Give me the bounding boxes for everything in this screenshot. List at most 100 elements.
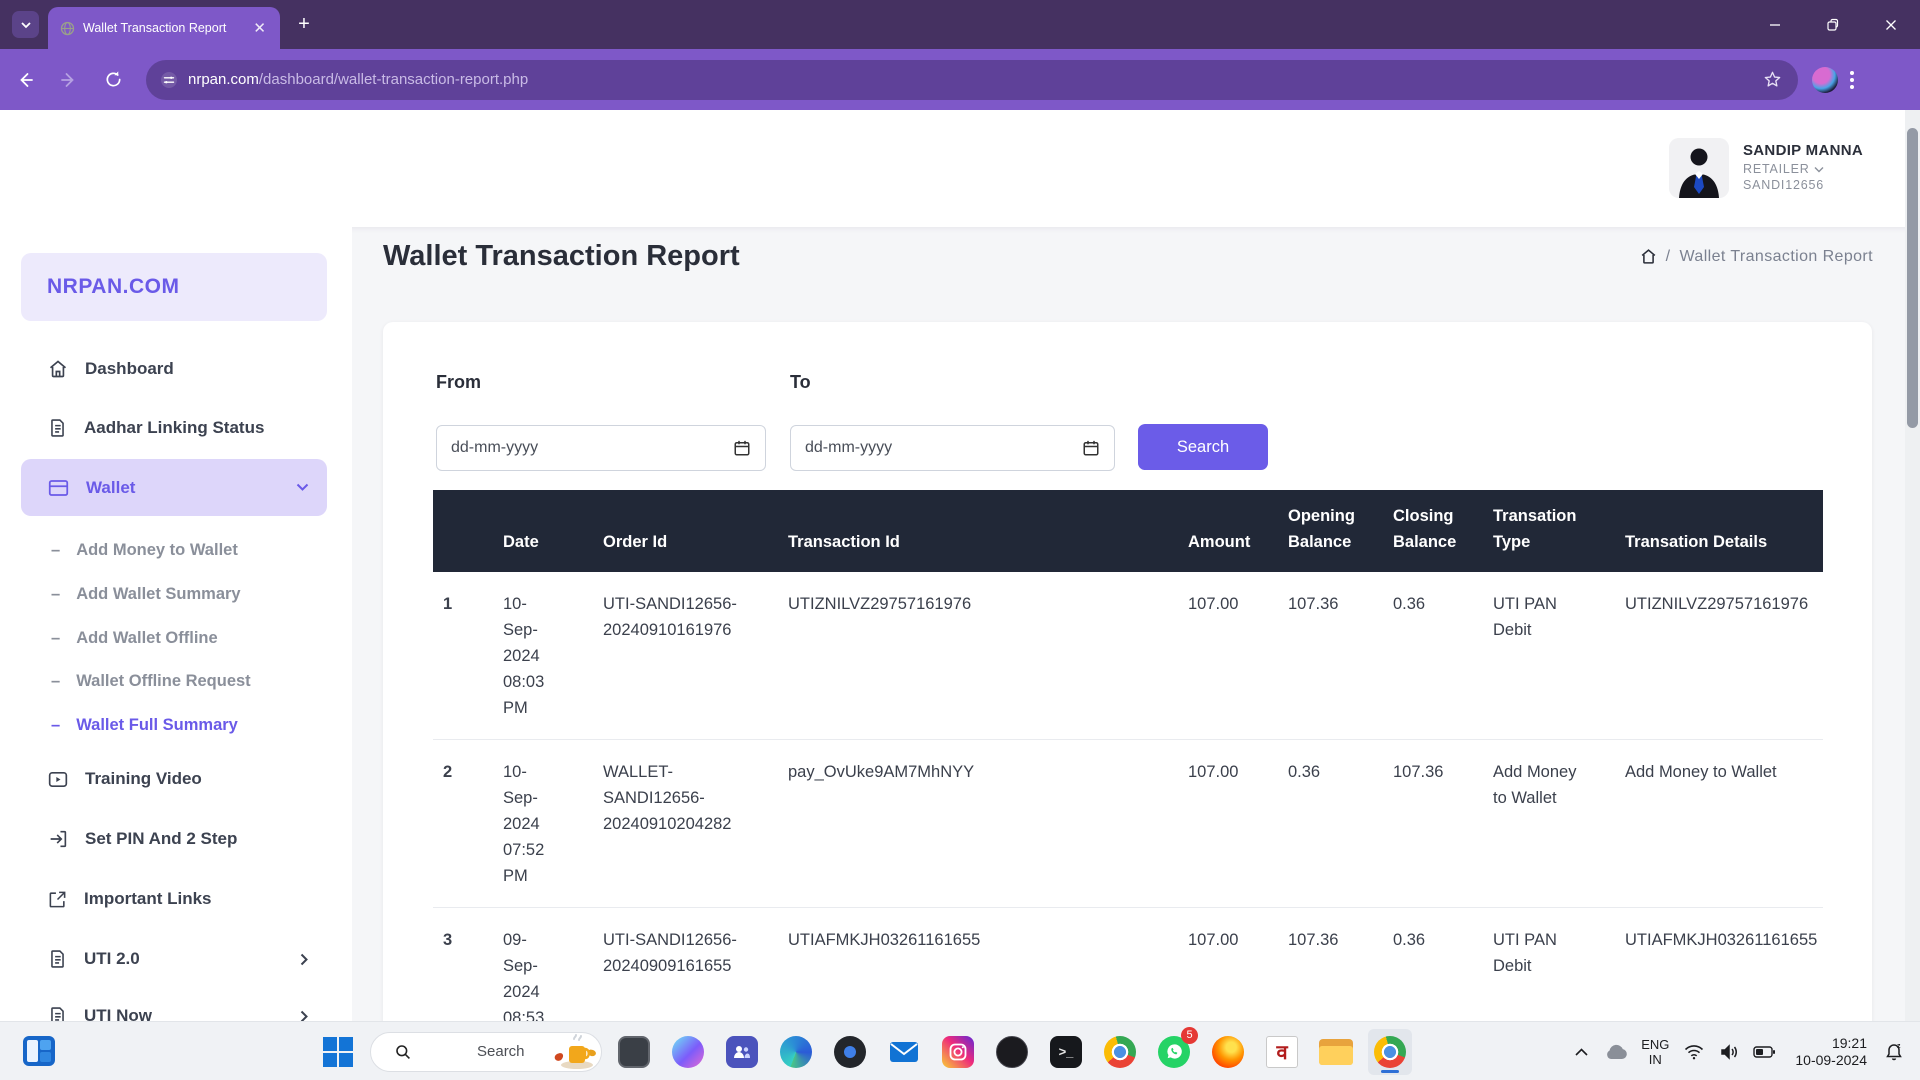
chrome-active-icon[interactable] xyxy=(1368,1029,1412,1075)
browser-profile-avatar[interactable] xyxy=(1812,67,1838,93)
back-button[interactable] xyxy=(6,61,44,99)
user-profile[interactable]: SANDIP MANNA RETAILER SANDI12656 xyxy=(1669,138,1863,198)
firefox-icon[interactable] xyxy=(1206,1029,1250,1075)
threads-icon[interactable] xyxy=(990,1029,1034,1075)
user-id: SANDI12656 xyxy=(1743,178,1863,192)
table-row: 3 09-Sep-2024 08:53 PM UTI-SANDI12656-20… xyxy=(433,908,1823,1021)
sidebar-item-dashboard[interactable]: Dashboard xyxy=(21,347,327,391)
teams-icon[interactable] xyxy=(720,1029,764,1075)
terminal-icon[interactable]: >_ xyxy=(1044,1029,1088,1075)
sidebar-item-wallet[interactable]: Wallet xyxy=(21,459,327,516)
notification-bell-icon[interactable]: z xyxy=(1880,1032,1908,1072)
calendar-icon[interactable] xyxy=(733,439,751,457)
instagram-icon[interactable] xyxy=(936,1029,980,1075)
to-date-input[interactable]: dd-mm-yyyy xyxy=(790,425,1115,471)
taskbar-search[interactable]: Search xyxy=(370,1032,602,1072)
user-name: SANDIP MANNA xyxy=(1743,142,1863,159)
wifi-icon[interactable] xyxy=(1680,1032,1708,1072)
taskbar: Search >_ 5 xyxy=(0,1021,1920,1080)
sidebar-subitem-wallet-full-summary[interactable]: –Wallet Full Summary xyxy=(21,705,327,745)
taskbar-clock[interactable]: 19:21 10-09-2024 xyxy=(1785,1035,1873,1069)
edge-icon[interactable] xyxy=(774,1029,818,1075)
sidebar-subitem-add-money-to-wallet[interactable]: –Add Money to Wallet xyxy=(21,530,327,570)
document-icon xyxy=(48,1006,67,1021)
chevron-right-icon xyxy=(300,1010,309,1022)
login-arrow-icon xyxy=(48,830,68,848)
search-icon xyxy=(395,1044,467,1060)
sidebar-subitem-add-wallet-offline[interactable]: –Add Wallet Offline xyxy=(21,618,327,658)
search-button[interactable]: Search xyxy=(1138,424,1268,470)
home-icon xyxy=(48,359,68,379)
browser-tab[interactable]: Wallet Transaction Report ✕ xyxy=(48,7,280,49)
file-explorer-icon[interactable] xyxy=(1314,1029,1358,1075)
page-title: Wallet Transaction Report xyxy=(383,240,740,273)
sidebar-item-set-pin-and-2-step[interactable]: Set PIN And 2 Step xyxy=(21,817,327,861)
from-date-input[interactable]: dd-mm-yyyy xyxy=(436,425,766,471)
wallet-card-icon xyxy=(48,479,69,497)
site-settings-icon[interactable] xyxy=(160,71,178,89)
document-icon xyxy=(48,949,67,969)
close-window-button[interactable] xyxy=(1862,0,1920,49)
bookmark-star-icon[interactable] xyxy=(1763,70,1782,89)
hindi-typing-tool-icon[interactable]: व xyxy=(1260,1029,1304,1075)
browser-menu-icon[interactable] xyxy=(1850,71,1854,89)
new-tab-button[interactable]: + xyxy=(292,12,316,36)
scrollbar-thumb[interactable] xyxy=(1907,128,1918,428)
breadcrumb-home-icon[interactable] xyxy=(1640,248,1657,265)
table-row: 1 10-Sep-2024 08:03 PM UTI-SANDI12656-20… xyxy=(433,572,1823,740)
camera-app-icon[interactable] xyxy=(828,1029,872,1075)
url-text: nrpan.com/dashboard/wallet-transaction-r… xyxy=(188,71,1763,88)
sidebar-item-aadhar-linking-status[interactable]: Aadhar Linking Status xyxy=(21,406,327,450)
battery-icon[interactable] xyxy=(1750,1032,1778,1072)
sidebar-item-uti-2-0[interactable]: UTI 2.0 xyxy=(21,937,327,981)
chevron-down-icon xyxy=(1814,166,1824,173)
sidebar: NRPAN.COM Dashboard Aadhar Linking Statu… xyxy=(0,110,352,1021)
forward-button[interactable] xyxy=(50,61,88,99)
col-order-id: Order Id xyxy=(593,490,778,572)
sidebar-subitem-add-wallet-summary[interactable]: –Add Wallet Summary xyxy=(21,574,327,614)
speaker-icon[interactable] xyxy=(1715,1032,1743,1072)
col-opening-balance: Opening Balance xyxy=(1278,490,1383,572)
to-label: To xyxy=(790,372,811,393)
chevron-right-icon xyxy=(300,953,309,966)
windows-logo-icon xyxy=(323,1037,353,1067)
col-amount: Amount xyxy=(1178,490,1278,572)
sidebar-subitem-wallet-offline-request[interactable]: –Wallet Offline Request xyxy=(21,661,327,701)
onedrive-cloud-icon[interactable] xyxy=(1602,1032,1630,1072)
sidebar-brand[interactable]: NRPAN.COM xyxy=(21,253,327,321)
copilot-icon[interactable] xyxy=(666,1029,710,1075)
page-viewport: NRPAN.COM UTI&NSDL PAN CARD SANDIP MANNA… xyxy=(0,110,1920,1021)
whatsapp-icon[interactable]: 5 xyxy=(1152,1029,1196,1075)
start-button[interactable] xyxy=(316,1029,360,1075)
breadcrumb: / Wallet Transaction Report xyxy=(1640,248,1873,266)
sidebar-item-training-video[interactable]: Training Video xyxy=(21,757,327,801)
widgets-icon[interactable] xyxy=(20,1032,58,1070)
document-icon xyxy=(48,418,67,438)
minimize-button[interactable] xyxy=(1746,0,1804,49)
calendar-icon[interactable] xyxy=(1082,439,1100,457)
tab-search-button[interactable] xyxy=(12,11,39,38)
outlook-mail-icon[interactable] xyxy=(882,1029,926,1075)
svg-text:z: z xyxy=(1897,1043,1901,1050)
col-transation-details: Transation Details xyxy=(1615,490,1823,572)
user-avatar xyxy=(1669,138,1729,198)
table-header-row: Date Order Id Transaction Id Amount Open… xyxy=(433,490,1823,572)
sidebar-item-important-links[interactable]: Important Links xyxy=(21,877,327,921)
col-date: Date xyxy=(493,490,593,572)
page-scrollbar[interactable] xyxy=(1905,110,1920,1021)
breadcrumb-separator: / xyxy=(1666,248,1671,266)
tab-close-icon[interactable]: ✕ xyxy=(249,19,270,37)
chrome-icon[interactable] xyxy=(1098,1029,1142,1075)
url-bar[interactable]: nrpan.com/dashboard/wallet-transaction-r… xyxy=(146,60,1798,100)
snipping-tool-icon[interactable] xyxy=(612,1029,656,1075)
restore-button[interactable] xyxy=(1804,0,1862,49)
user-role[interactable]: RETAILER xyxy=(1743,162,1863,176)
sidebar-item-uti-now[interactable]: UTI Now xyxy=(21,994,327,1021)
search-highlight-image[interactable] xyxy=(549,1032,601,1072)
tray-chevron-up-icon[interactable] xyxy=(1567,1032,1595,1072)
col-sn xyxy=(433,490,493,572)
col-transaction-id: Transaction Id xyxy=(778,490,1178,572)
reload-button[interactable] xyxy=(94,61,132,99)
browser-titlebar: Wallet Transaction Report ✕ + xyxy=(0,0,1920,49)
language-indicator[interactable]: ENGIN xyxy=(1637,1037,1673,1067)
